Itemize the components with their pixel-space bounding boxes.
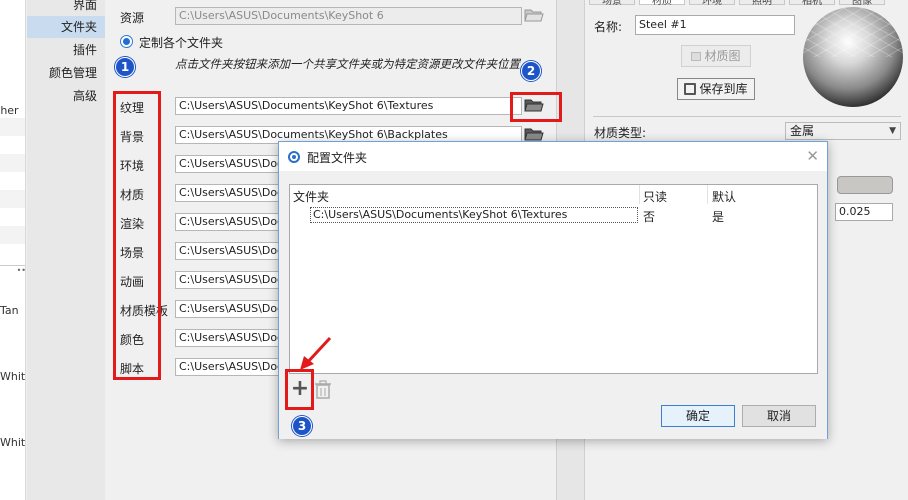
save-icon bbox=[684, 83, 697, 95]
folder-label-environments: 环境 bbox=[120, 159, 145, 173]
nav-item-color-management[interactable]: 颜色管理 bbox=[27, 62, 105, 84]
material-type-label: 材质类型: bbox=[594, 126, 647, 140]
chevron-down-icon: ▼ bbox=[889, 126, 896, 136]
list-item[interactable]: Tan bbox=[0, 304, 25, 320]
divider bbox=[593, 116, 901, 117]
sphere-reflection bbox=[803, 7, 903, 57]
tab-material[interactable]: 材质 bbox=[639, 0, 685, 7]
nav-item-plugins[interactable]: 插件 bbox=[27, 39, 105, 61]
table-row-default[interactable]: 是 bbox=[712, 208, 724, 225]
resource-label: 资源 bbox=[120, 11, 145, 25]
folder-label-materials: 材质 bbox=[120, 188, 145, 202]
annotation-arrow-icon bbox=[300, 336, 332, 370]
list-stripe bbox=[0, 190, 25, 208]
nav-item-interface[interactable]: 界面 bbox=[27, 0, 105, 16]
tab-environment[interactable]: 环境 bbox=[689, 0, 735, 7]
save-to-library-label: 保存到库 bbox=[699, 82, 748, 96]
step-badge-2: 2 bbox=[521, 61, 541, 81]
column-header-default[interactable]: 默认 bbox=[712, 188, 736, 205]
column-divider[interactable] bbox=[707, 185, 708, 204]
close-icon[interactable]: ✕ bbox=[806, 147, 819, 165]
folder-label-backplates: 背景 bbox=[120, 130, 145, 144]
add-folder-button[interactable]: + bbox=[289, 376, 311, 401]
column-divider[interactable] bbox=[639, 185, 640, 204]
color-swatch[interactable] bbox=[837, 176, 893, 194]
save-to-library-button[interactable]: 保存到库 bbox=[677, 78, 755, 100]
ok-button[interactable]: 确定 bbox=[661, 405, 735, 427]
step-badge-3: 3 bbox=[292, 416, 312, 436]
folder-label-animations: 动画 bbox=[120, 275, 145, 289]
material-graph-button[interactable]: 材质图 bbox=[681, 45, 751, 67]
trash-icon bbox=[315, 380, 331, 399]
dialog-title: 配置文件夹 bbox=[307, 151, 368, 165]
preferences-nav: 界面 文件夹 插件 颜色管理 高级 bbox=[27, 0, 105, 500]
table-row-folder[interactable]: C:\Users\ASUS\Documents\KeyShot 6\Textur… bbox=[310, 207, 638, 223]
list-stripe bbox=[0, 226, 25, 244]
folder-open-icon bbox=[524, 128, 544, 141]
nav-item-advanced[interactable]: 高级 bbox=[27, 85, 105, 107]
folder-label-scenes: 场景 bbox=[120, 246, 145, 260]
step-badge-1: 1 bbox=[115, 57, 135, 77]
tab-lighting[interactable]: 照明 bbox=[739, 0, 785, 7]
folder-label-textures: 纹理 bbox=[120, 101, 145, 115]
material-type-value: 金属 bbox=[790, 124, 815, 138]
resource-folder-button[interactable] bbox=[524, 7, 546, 25]
tab-scene[interactable]: 场景 bbox=[589, 0, 635, 7]
material-name-input[interactable]: Steel #1 bbox=[635, 15, 795, 35]
folder-label-scripts: 脚本 bbox=[120, 362, 145, 376]
list-item[interactable]: ther bbox=[0, 104, 22, 120]
app-icon bbox=[288, 151, 300, 163]
custom-folders-label: 定制各个文件夹 bbox=[139, 36, 224, 50]
cancel-button[interactable]: 取消 bbox=[742, 405, 816, 427]
graph-icon bbox=[691, 52, 702, 61]
table-row-readonly[interactable]: 否 bbox=[643, 208, 655, 225]
tab-image[interactable]: 图像 bbox=[839, 0, 885, 7]
tab-camera[interactable]: 相机 bbox=[789, 0, 835, 7]
list-stripe bbox=[0, 154, 25, 172]
dialog-body: 文件夹 只读 默认 C:\Users\ASUS\Documents\KeySho… bbox=[279, 171, 827, 439]
resource-path-field[interactable]: C:\Users\ASUS\Documents\KeyShot 6 bbox=[175, 7, 522, 25]
column-header-readonly[interactable]: 只读 bbox=[643, 188, 667, 205]
nav-item-folders[interactable]: 文件夹 bbox=[27, 16, 105, 38]
folder-path-textures[interactable]: C:\Users\ASUS\Documents\KeyShot 6\Textur… bbox=[175, 97, 522, 115]
list-item[interactable]: White bbox=[0, 436, 25, 452]
folder-open-icon bbox=[524, 99, 544, 112]
custom-folders-radio[interactable] bbox=[120, 35, 133, 48]
roughness-value-field[interactable]: 0.025 bbox=[835, 203, 893, 221]
left-list-panel: •• ther Tan White White bbox=[0, 0, 26, 500]
plus-icon: + bbox=[290, 376, 310, 401]
configure-folders-dialog: 配置文件夹 ✕ 文件夹 只读 默认 C:\Users\ASUS\Document… bbox=[278, 141, 828, 439]
hint-text: 点击文件夹按钮来添加一个共享文件夹或为特定资源更改文件夹位置。 bbox=[175, 57, 532, 71]
folder-label-renderings: 渲染 bbox=[120, 217, 145, 231]
material-type-select[interactable]: 金属 ▼ bbox=[785, 122, 901, 140]
column-header-folder[interactable]: 文件夹 bbox=[293, 188, 329, 205]
folder-label-material-templates: 材质模板 bbox=[120, 304, 169, 318]
folder-label-colors: 颜色 bbox=[120, 333, 145, 347]
splitter-handle[interactable]: •• bbox=[0, 265, 25, 275]
list-stripe bbox=[0, 118, 25, 136]
textures-folder-button[interactable] bbox=[524, 97, 546, 115]
list-item[interactable]: White bbox=[0, 370, 25, 386]
material-preview-sphere bbox=[803, 7, 903, 107]
material-graph-label: 材质图 bbox=[704, 49, 741, 63]
name-label: 名称: bbox=[594, 20, 623, 34]
folder-table: 文件夹 只读 默认 C:\Users\ASUS\Documents\KeySho… bbox=[289, 184, 818, 374]
delete-folder-button[interactable] bbox=[314, 380, 332, 400]
folder-open-icon bbox=[524, 9, 544, 22]
